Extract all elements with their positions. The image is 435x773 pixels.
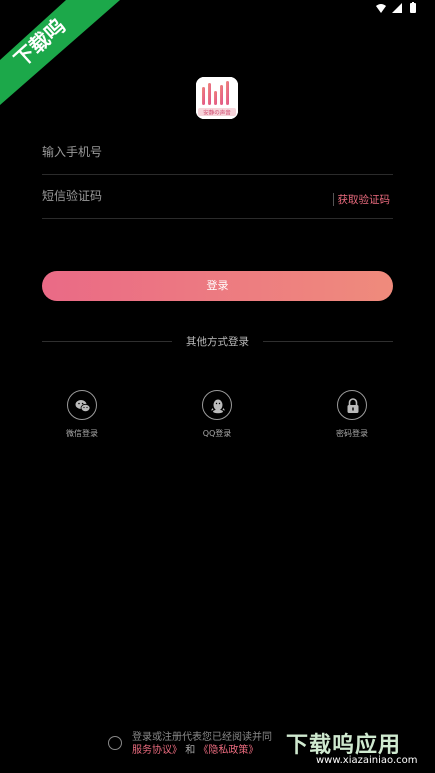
agreement-checkbox[interactable] — [108, 736, 122, 750]
wifi-icon — [392, 3, 402, 13]
qq-icon — [211, 399, 225, 414]
wechat-login-option[interactable]: 微信登录 — [52, 390, 112, 439]
wechat-login-label: 微信登录 — [66, 429, 98, 438]
agreement-line: 登录或注册代表您已经阅读并同 — [132, 732, 272, 743]
status-bar — [375, 0, 435, 16]
login-screen: 下载呜 安静の声音 获取验证码 登录 — [0, 0, 435, 773]
agreement-text: 登录或注册代表您已经阅读并同 服务协议》 和 《隐私政策》 — [132, 731, 272, 757]
password-login-option[interactable]: 密码登录 — [322, 390, 382, 439]
watermark-url: www.xiazainiao.com — [316, 755, 418, 766]
wechat-icon — [75, 400, 91, 413]
privacy-policy-link[interactable]: 《隐私政策》 — [198, 745, 258, 756]
code-divider — [333, 193, 334, 206]
qq-login-label: QQ登录 — [202, 429, 232, 438]
sms-code-field-row: 获取验证码 — [42, 178, 393, 219]
phone-input[interactable] — [42, 134, 322, 170]
logo-text: 安静の声音 — [203, 109, 231, 117]
password-login-label: 密码登录 — [336, 429, 368, 438]
qq-login-option[interactable]: QQ登录 — [187, 390, 247, 439]
watermark: 下载呜应用 www.xiazainiao.com — [286, 727, 435, 773]
sms-code-input[interactable] — [42, 178, 322, 214]
service-agreement-link[interactable]: 服务协议》 — [132, 745, 182, 756]
corner-badge: 下载呜 — [0, 0, 120, 105]
wechat-login-button[interactable] — [67, 390, 97, 420]
app-logo: 安静の声音 — [196, 77, 238, 119]
lock-icon — [347, 398, 359, 413]
phone-field-row — [42, 134, 393, 175]
login-button[interactable]: 登录 — [42, 271, 393, 301]
password-login-button[interactable] — [337, 390, 367, 420]
qq-login-button[interactable] — [202, 390, 232, 420]
other-methods-divider: 其他方式登录 — [42, 333, 393, 349]
signal-icon — [376, 4, 386, 13]
get-code-button[interactable]: 获取验证码 — [338, 192, 391, 207]
agreement-and: 和 — [185, 745, 196, 756]
battery-icon — [410, 2, 416, 13]
divider-line-right — [263, 341, 393, 342]
